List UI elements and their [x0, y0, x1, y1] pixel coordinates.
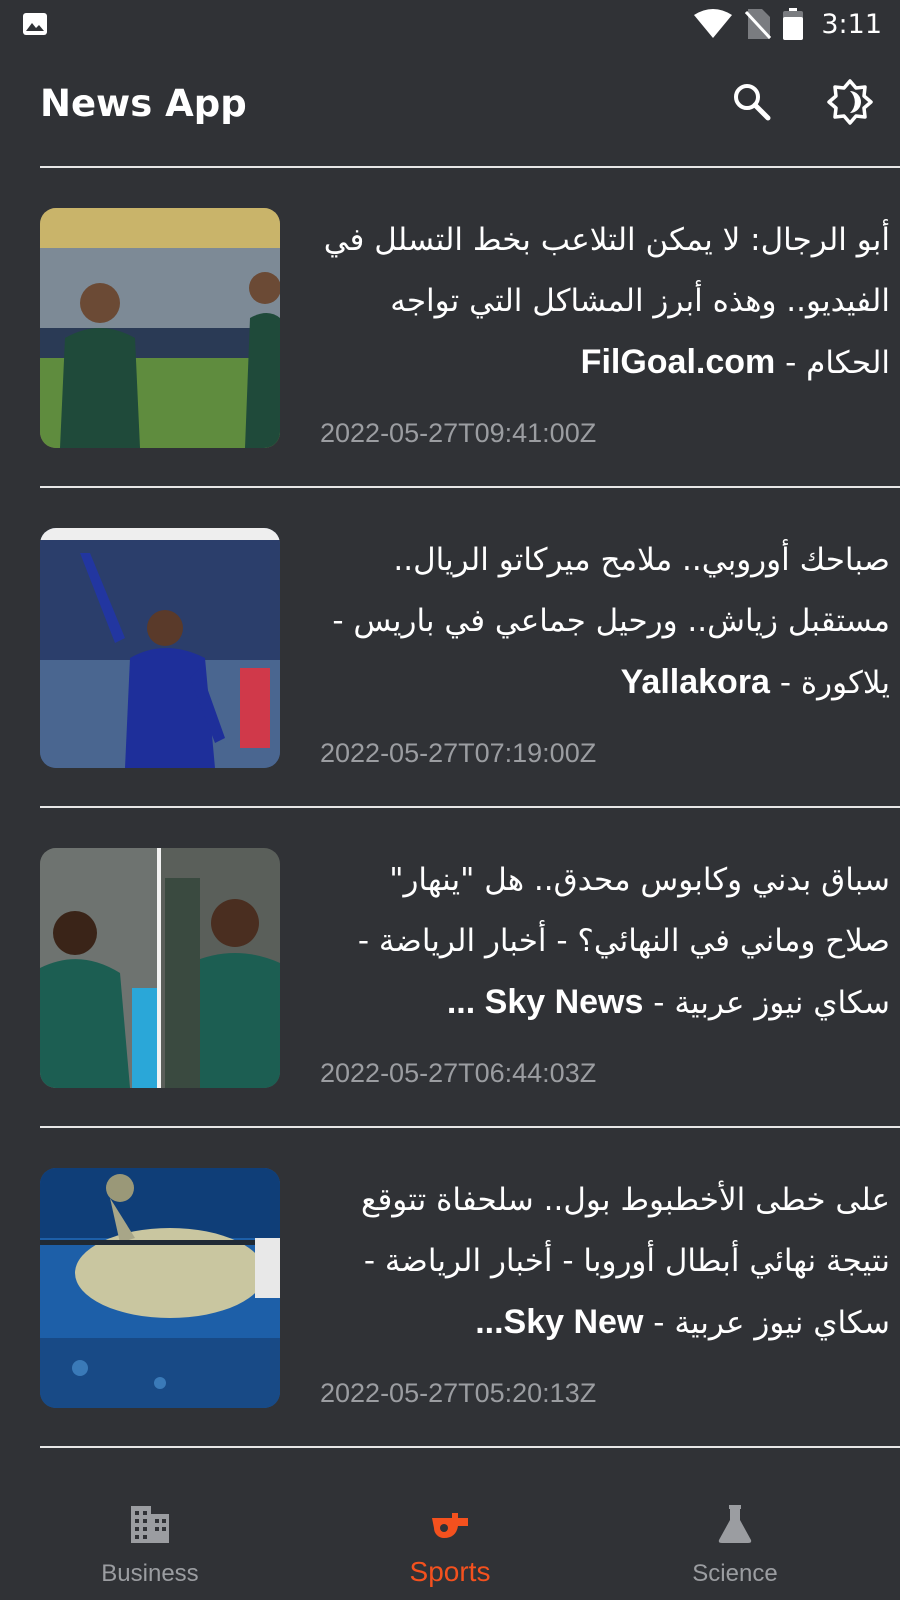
- news-item[interactable]: على خطى الأخطبوط بول.. سلحفاة تتوقع نتيج…: [0, 1128, 900, 1448]
- list-divider: [40, 1446, 900, 1448]
- theme-toggle-button[interactable]: [826, 78, 874, 126]
- news-list: أبو الرجال: لا يمكن التلاعب بخط التسلل ف…: [0, 168, 900, 1448]
- nav-label: Science: [692, 1560, 778, 1587]
- status-time: 3:11: [821, 8, 882, 40]
- news-title: صباحك أوروبي.. ملامح ميركاتو الريال.. مس…: [332, 542, 890, 701]
- brightness-icon: [827, 79, 873, 125]
- nav-item-sports[interactable]: Sports: [350, 1478, 550, 1600]
- status-bar: 3:11: [0, 0, 900, 48]
- search-icon: [734, 84, 771, 121]
- whistle-icon: [432, 1513, 468, 1538]
- news-item[interactable]: صباحك أوروبي.. ملامح ميركاتو الريال.. مس…: [0, 488, 900, 808]
- nav-item-science[interactable]: Science: [635, 1478, 835, 1600]
- app-title: News App: [40, 82, 247, 125]
- no-sim-icon: [745, 9, 772, 40]
- business-icon: [131, 1506, 169, 1543]
- news-title: أبو الرجال: لا يمكن التلاعب بخط التسلل ف…: [323, 222, 890, 381]
- news-thumbnail: [40, 1168, 280, 1408]
- news-thumbnail: [40, 208, 280, 448]
- nav-label: Sports: [409, 1556, 491, 1587]
- wifi-icon: [694, 9, 733, 38]
- news-date: 2022-05-27T09:41:00Z: [320, 418, 597, 448]
- news-date: 2022-05-27T06:44:03Z: [320, 1058, 597, 1088]
- nav-item-business[interactable]: Business: [50, 1478, 250, 1600]
- news-item[interactable]: أبو الرجال: لا يمكن التلاعب بخط التسلل ف…: [0, 168, 900, 488]
- news-date: 2022-05-27T07:19:00Z: [320, 738, 597, 768]
- news-title: على خطى الأخطبوط بول.. سلحفاة تتوقع نتيج…: [360, 1182, 890, 1341]
- search-button[interactable]: [730, 80, 774, 124]
- gallery-notification-icon: [23, 13, 47, 35]
- battery-icon: [783, 8, 804, 40]
- nav-label: Business: [101, 1560, 199, 1587]
- news-source: FilGoal.com: [580, 343, 776, 381]
- news-item[interactable]: سباق بدني وكابوس محدق.. هل "ينهار" صلاح …: [0, 808, 900, 1128]
- news-source: Sky New...: [475, 1303, 644, 1341]
- app-bar: News App: [0, 62, 900, 152]
- flask-icon: [718, 1505, 752, 1543]
- news-thumbnail: [40, 528, 280, 768]
- bottom-navigation: Business Sports Science: [0, 1478, 900, 1600]
- news-date: 2022-05-27T05:20:13Z: [320, 1378, 597, 1408]
- news-thumbnail: [40, 848, 280, 1088]
- news-source: Yallakora: [620, 663, 770, 701]
- news-source: Sky News ...: [446, 983, 644, 1021]
- news-title: سباق بدني وكابوس محدق.. هل "ينهار" صلاح …: [357, 862, 890, 1021]
